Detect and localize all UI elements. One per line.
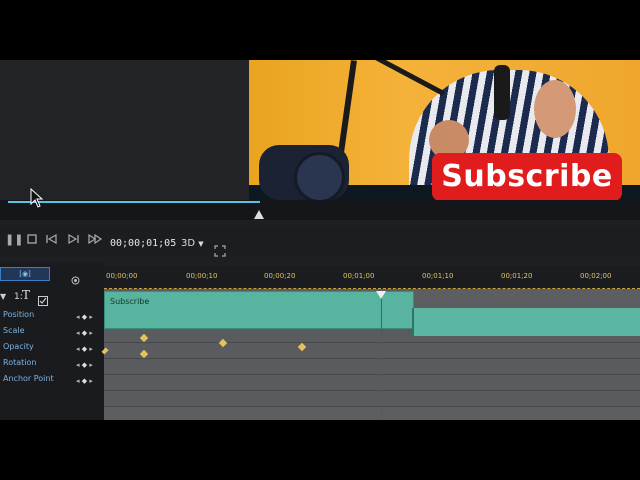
fit-screen-icon[interactable]: [214, 242, 226, 261]
playhead-line[interactable]: [381, 292, 382, 420]
property-anchor-point[interactable]: Anchor Point: [3, 374, 54, 383]
next-frame-icon[interactable]: [66, 233, 80, 247]
property-position[interactable]: Position: [3, 310, 34, 319]
timecode-display[interactable]: 00;00;01;05: [110, 238, 176, 249]
3d-mode-dropdown[interactable]: 3D ▼: [181, 238, 204, 249]
keyframe-nav-opacity[interactable]: ◂ ◆ ▸: [76, 345, 93, 353]
lane-rotation[interactable]: [104, 359, 640, 375]
keyframe-nav-rotation[interactable]: ◂ ◆ ▸: [76, 361, 93, 369]
ruler-tick: 00;00;00: [106, 272, 138, 280]
lane-empty[interactable]: [104, 391, 640, 407]
track-visible-checkbox[interactable]: [38, 291, 48, 310]
camera-lens: [294, 152, 345, 203]
stop-icon[interactable]: [25, 233, 39, 247]
collapse-track-icon[interactable]: ▼: [0, 292, 6, 301]
clip-label: Subscribe: [110, 297, 150, 306]
fast-forward-icon[interactable]: [87, 233, 103, 247]
playhead-handle[interactable]: [376, 291, 386, 299]
ruler-tick: 00;01;00: [343, 272, 375, 280]
ruler-tick: 00;02;00: [580, 272, 612, 280]
pause-icon[interactable]: ❚❚: [5, 233, 23, 247]
preview-scrub-bar[interactable]: [0, 200, 640, 220]
record-icon[interactable]: [71, 270, 80, 289]
ruler-tick: 00;00;20: [264, 272, 296, 280]
mic-arm: [363, 60, 445, 96]
property-scale[interactable]: Scale: [3, 326, 25, 335]
scrub-handle[interactable]: [254, 210, 264, 219]
3d-mode-label: 3D: [181, 238, 196, 249]
letterbox-bottom: [0, 420, 640, 480]
preview-left-pane: [0, 60, 249, 200]
text-track-icon: T: [22, 288, 31, 302]
ruler-tick: 00;01;10: [422, 272, 454, 280]
property-opacity[interactable]: Opacity: [3, 342, 34, 351]
chevron-down-icon: ▼: [198, 240, 204, 248]
keyframe-nav-scale[interactable]: ◂ ◆ ▸: [76, 329, 93, 337]
subscribe-clip-tail[interactable]: [412, 308, 640, 336]
track-header-panel: [0, 262, 104, 420]
ruler-tick: 00;00;10: [186, 272, 218, 280]
subscribe-clip[interactable]: [104, 291, 414, 329]
presenter-hand-raised: [534, 80, 576, 138]
keyframe-nav-anchor-point[interactable]: ◂ ◆ ▸: [76, 377, 93, 385]
keyframe-nav-position[interactable]: ◂ ◆ ▸: [76, 313, 93, 321]
mouse-cursor-icon: [30, 188, 44, 208]
track-selector[interactable]: [◉]: [0, 267, 50, 281]
video-preview[interactable]: Subscribe: [249, 60, 640, 218]
ruler-tick: 00;01;20: [501, 272, 533, 280]
microphone: [494, 65, 510, 120]
property-rotation[interactable]: Rotation: [3, 358, 36, 367]
subscribe-overlay[interactable]: Subscribe: [432, 153, 622, 201]
lane-opacity[interactable]: [104, 343, 640, 359]
mic-stand: [337, 60, 357, 160]
prev-frame-icon[interactable]: [45, 233, 59, 247]
lane-anchor-point[interactable]: [104, 375, 640, 391]
scrub-progress[interactable]: [8, 201, 260, 203]
